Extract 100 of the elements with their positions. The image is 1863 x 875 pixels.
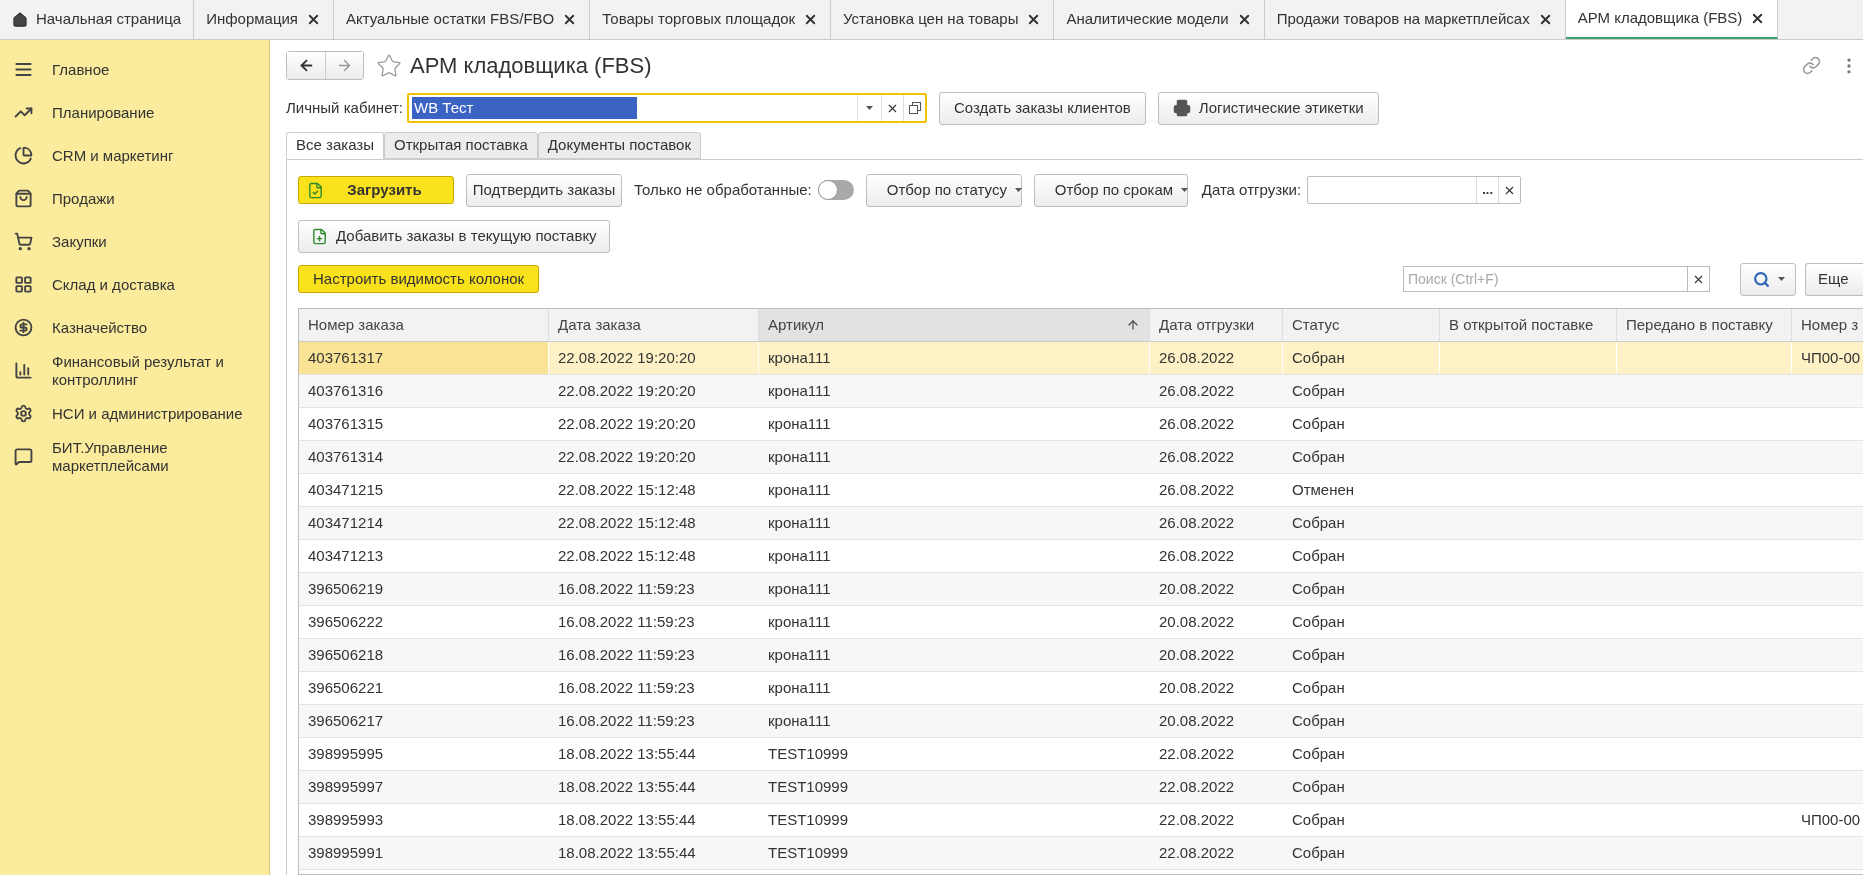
table-row[interactable]: 403761317 22.08.2022 19:20:20 крона111 26.08.2022 Собран ЧП00-00 bbox=[299, 342, 1863, 375]
table-cell-text: 22.08.2022 bbox=[1159, 743, 1235, 764]
table-cell-text: 403761317 bbox=[308, 347, 384, 368]
sidebar-item[interactable]: Финансовый результат и контроллинг bbox=[0, 349, 269, 392]
table-cell-text: TEST10999 bbox=[768, 809, 849, 830]
document-plus-icon bbox=[311, 228, 328, 245]
table-cell-text: 22.08.2022 bbox=[1159, 809, 1235, 830]
pie-chart-icon bbox=[14, 146, 33, 165]
search-button[interactable] bbox=[1740, 262, 1796, 296]
form-tab[interactable]: Все заказы bbox=[286, 132, 384, 159]
table-row[interactable]: 403761314 22.08.2022 19:20:20 крона111 26.08.2022 Собран bbox=[299, 441, 1863, 474]
table-cell-text: крона111 bbox=[768, 677, 831, 698]
table-cell-text: Собран bbox=[1292, 446, 1345, 467]
table-cell-text: 403471215 bbox=[308, 479, 384, 500]
table-row[interactable]: 396506217 16.08.2022 11:59:23 крона111 20.08.2022 Собран bbox=[299, 705, 1863, 738]
table-cell-text: 20.08.2022 bbox=[1159, 611, 1235, 632]
table-cell-text: крона111 bbox=[768, 611, 831, 632]
sidebar-item[interactable]: CRM и маркетинг bbox=[0, 134, 269, 177]
confirm-orders-button[interactable]: Подтвердить заказы bbox=[466, 173, 622, 207]
window-tab[interactable]: Начальная страница bbox=[0, 0, 195, 39]
table-row[interactable]: 403761316 22.08.2022 19:20:20 крона111 26.08.2022 Собран bbox=[299, 375, 1863, 408]
status-filter-button[interactable]: Отбор по статусу bbox=[865, 173, 1022, 207]
table-cell-text: 398995995 bbox=[308, 743, 384, 764]
choose-button[interactable]: ... bbox=[1476, 177, 1499, 203]
column-visibility-button[interactable]: Настроить видимость колонок bbox=[298, 265, 540, 293]
table-cell-text: Собран bbox=[1292, 809, 1345, 830]
create-orders-button[interactable]: Создать заказы клиентов bbox=[939, 91, 1146, 125]
sidebar-item[interactable]: Казначейство bbox=[0, 306, 269, 349]
form-tab[interactable]: Документы поставок bbox=[537, 132, 701, 159]
toggle-label: Только не обработанные: bbox=[634, 179, 812, 200]
table-cell-text: 20.08.2022 bbox=[1159, 677, 1235, 698]
more-button[interactable]: Еще bbox=[1805, 262, 1863, 296]
sidebar-item[interactable]: Продажи bbox=[0, 177, 269, 220]
table-cell-text: ЧП00-00 bbox=[1801, 809, 1861, 830]
window-tab[interactable]: Товары торговых площадок bbox=[590, 0, 832, 39]
star-icon[interactable] bbox=[376, 52, 402, 79]
window-tab[interactable]: Установка цен на товары bbox=[831, 0, 1055, 39]
sidebar-item[interactable]: НСИ и администрирование bbox=[0, 392, 269, 435]
settings-icon bbox=[14, 404, 33, 423]
table-cell-text: Собран bbox=[1292, 611, 1345, 632]
table-cell-text: 22.08.2022 19:20:20 bbox=[558, 446, 696, 467]
toggle-switch[interactable] bbox=[817, 180, 854, 200]
table-cell-text: 403761314 bbox=[308, 446, 384, 467]
ship-date-field[interactable]: ... bbox=[1307, 176, 1522, 204]
window-tab[interactable]: АРМ кладовщика (FBS) bbox=[1565, 0, 1779, 39]
link-icon[interactable] bbox=[1802, 56, 1821, 75]
table-cell-text: 398995993 bbox=[308, 809, 384, 830]
window-tab[interactable]: Информация bbox=[194, 0, 334, 39]
window-tab[interactable]: Аналитические модели bbox=[1054, 0, 1265, 39]
table-row[interactable]: 403471214 22.08.2022 15:12:48 крона111 26.08.2022 Собран bbox=[299, 507, 1863, 540]
grid-icon bbox=[14, 275, 33, 294]
load-button[interactable]: Загрузить bbox=[298, 176, 454, 204]
table-cell-text: 18.08.2022 13:55:44 bbox=[558, 776, 696, 797]
sidebar-item[interactable]: Склад и доставка bbox=[0, 263, 269, 306]
table-cell-text: 398995991 bbox=[308, 842, 384, 863]
table-cell-text: 18.08.2022 13:55:44 bbox=[558, 743, 696, 764]
table-cell-text: 16.08.2022 11:59:23 bbox=[558, 644, 695, 665]
table-cell-text: 22.08.2022 19:20:20 bbox=[558, 347, 696, 368]
print-labels-button[interactable]: Логистические этикетки bbox=[1157, 91, 1379, 125]
table-cell-text: 18.08.2022 13:55:44 bbox=[558, 809, 696, 830]
back-button[interactable] bbox=[287, 52, 325, 79]
caret-icon bbox=[1181, 188, 1189, 192]
table-cell-text: 20.08.2022 bbox=[1159, 578, 1235, 599]
coin-icon bbox=[14, 318, 33, 337]
table-cell-text: Собран bbox=[1292, 644, 1345, 665]
table-cell-text: Собран bbox=[1292, 512, 1345, 533]
sidebar-item[interactable]: Закупки bbox=[0, 220, 269, 263]
table-cell-text: 22.08.2022 bbox=[1159, 776, 1235, 797]
table-cell-text: ЧП00-00 bbox=[1801, 347, 1861, 368]
table-cell-text: 22.08.2022 bbox=[1159, 842, 1235, 863]
table-row[interactable]: 398995991 18.08.2022 13:55:44 TEST10999 22.08.2022 Собран bbox=[299, 837, 1863, 870]
add-to-supply-button[interactable]: Добавить заказы в текущую поставку bbox=[298, 220, 610, 253]
window-tab[interactable]: Актуальные остатки FBS/FBO bbox=[334, 0, 591, 39]
sidebar-item[interactable]: Планирование bbox=[0, 91, 269, 134]
table-cell-text: Собран bbox=[1292, 710, 1345, 731]
sidebar-item[interactable]: БИТ.Управление маркетплейсами bbox=[0, 435, 269, 478]
table-row[interactable]: 396506219 16.08.2022 11:59:23 крона111 20.08.2022 Собран bbox=[299, 573, 1863, 606]
account-field[interactable]: WB Тест bbox=[407, 93, 928, 123]
table-cell-text: 26.08.2022 bbox=[1159, 545, 1235, 566]
close-icon[interactable] bbox=[306, 12, 321, 27]
window-tab[interactable]: Продажи товаров на маркетплейсах bbox=[1264, 0, 1566, 39]
table-cell-text: 403761315 bbox=[308, 413, 384, 434]
table-cell-text: 26.08.2022 bbox=[1159, 380, 1235, 401]
table-cell-text: Собран bbox=[1292, 380, 1345, 401]
table-row[interactable]: 396506218 16.08.2022 11:59:23 крона111 20.08.2022 Собран bbox=[299, 639, 1863, 672]
menu-icon bbox=[14, 60, 33, 79]
deadline-filter-button[interactable]: Отбор по срокам bbox=[1033, 173, 1188, 207]
table-cell-text: 396506218 bbox=[308, 644, 384, 665]
sidebar-item[interactable]: Главное bbox=[0, 48, 269, 91]
home-icon bbox=[12, 11, 28, 28]
search-field[interactable]: Поиск (Ctrl+F) bbox=[1403, 266, 1688, 292]
table-row[interactable]: 398995997 18.08.2022 13:55:44 TEST10999 22.08.2022 Собран bbox=[299, 771, 1863, 804]
open-icon[interactable] bbox=[908, 102, 921, 114]
form-tab[interactable]: Открытая поставка bbox=[383, 132, 538, 159]
sort-arrow-icon bbox=[1126, 318, 1140, 332]
table-cell-text: Собран bbox=[1292, 677, 1345, 698]
table-cell-text: 396506219 bbox=[308, 578, 384, 599]
table-cell-text: крона111 bbox=[768, 347, 831, 368]
table-cell-text: крона111 bbox=[768, 545, 831, 566]
column-header[interactable]: Артикул bbox=[759, 309, 1150, 341]
